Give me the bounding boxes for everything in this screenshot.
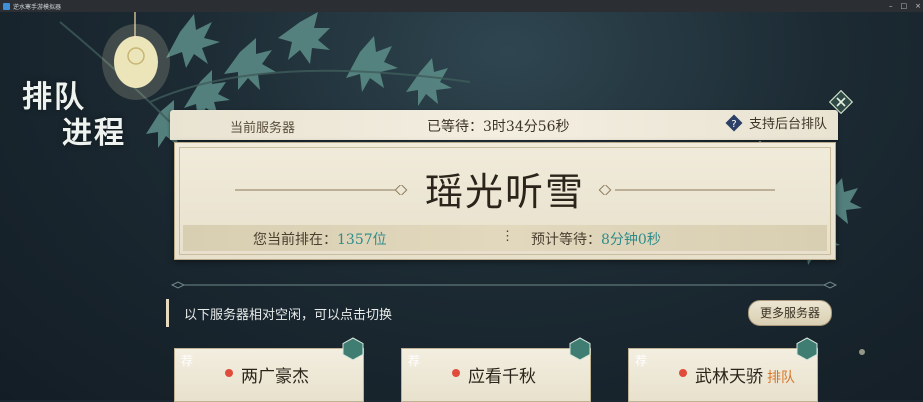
window-controls: – □ × <box>889 0 921 12</box>
info-divider: ⋮ <box>501 229 514 244</box>
server-card-2[interactable]: 应看千秋 荐 <box>401 337 591 402</box>
server-card-1[interactable]: 两广豪杰 荐 <box>174 337 364 402</box>
ornament-right <box>598 185 775 195</box>
title-line-2: 进程 <box>62 116 126 151</box>
eta-info: 预计等待：8分钟0秒 <box>531 229 661 249</box>
server-card-name: 两广豪杰 <box>241 362 309 387</box>
server-card-name: 应看千秋 <box>468 362 536 387</box>
recommend-tag: 荐 <box>180 354 193 368</box>
maximize-button[interactable]: □ <box>901 0 908 12</box>
recommend-badge-icon <box>796 337 818 361</box>
rank-value: 1357位 <box>337 232 387 248</box>
idle-servers-notice: 以下服务器相对空闲，可以点击切换 更多服务器 <box>166 299 838 327</box>
background-queue-help[interactable]: ? 支持后台排队 <box>725 113 827 132</box>
server-info-card: 瑶光听雪 您当前排在：1357位 ⋮ 预计等待：8分钟0秒 <box>174 142 836 260</box>
server-card-name: 武林天骄 排队 <box>695 362 795 387</box>
recommend-badge-icon <box>342 337 364 361</box>
rank-info: 您当前排在：1357位 <box>253 229 387 249</box>
server-status-dot <box>679 369 687 377</box>
app-icon <box>3 2 10 10</box>
waited-time: 已等待：3时34分56秒 <box>427 119 570 135</box>
svg-text:?: ? <box>731 119 736 130</box>
eta-label: 预计等待： <box>531 232 601 248</box>
recommend-tag: 荐 <box>407 354 420 368</box>
help-icon[interactable]: ? <box>725 114 743 132</box>
recommend-badge-icon <box>569 337 591 361</box>
rank-label: 您当前排在： <box>253 232 337 248</box>
section-divider <box>170 281 838 289</box>
server-card-3[interactable]: 武林天骄 排队 荐 <box>628 337 818 402</box>
notice-accent-bar <box>166 299 169 327</box>
queue-info-bar: 您当前排在：1357位 ⋮ 预计等待：8分钟0秒 <box>183 225 827 251</box>
minimize-button[interactable]: – <box>889 0 893 12</box>
server-queue-status: 排队 <box>767 370 795 386</box>
window-title: 逆水寒手游模拟器 <box>13 3 62 11</box>
server-name-text: 武林天骄 <box>695 367 763 387</box>
server-status-dot <box>452 369 460 377</box>
window-titlebar: 逆水寒手游模拟器 – □ × <box>0 0 923 12</box>
more-servers-button[interactable]: 更多服务器 <box>748 300 832 326</box>
queue-panel: 当前服务器 已等待：3时34分56秒 ? 支持后台排队 瑶光听雪 您当前排在：1… <box>170 110 838 260</box>
notice-text: 以下服务器相对空闲，可以点击切换 <box>184 308 393 323</box>
window-close-button[interactable]: × <box>915 0 921 12</box>
recommend-tag: 荐 <box>634 354 647 368</box>
server-name-text: 应看千秋 <box>468 367 536 387</box>
title-line-1: 排队 <box>22 80 86 115</box>
server-status-dot <box>225 369 233 377</box>
queue-status-bar: 当前服务器 已等待：3时34分56秒 ? 支持后台排队 <box>170 110 838 140</box>
server-name-text: 两广豪杰 <box>241 367 309 387</box>
current-server-label: 当前服务器 <box>230 121 296 136</box>
eta-value: 8分钟0秒 <box>601 232 661 248</box>
queue-progress-title: 排队 进程 <box>22 80 126 152</box>
background-queue-text: 支持后台排队 <box>749 117 828 132</box>
